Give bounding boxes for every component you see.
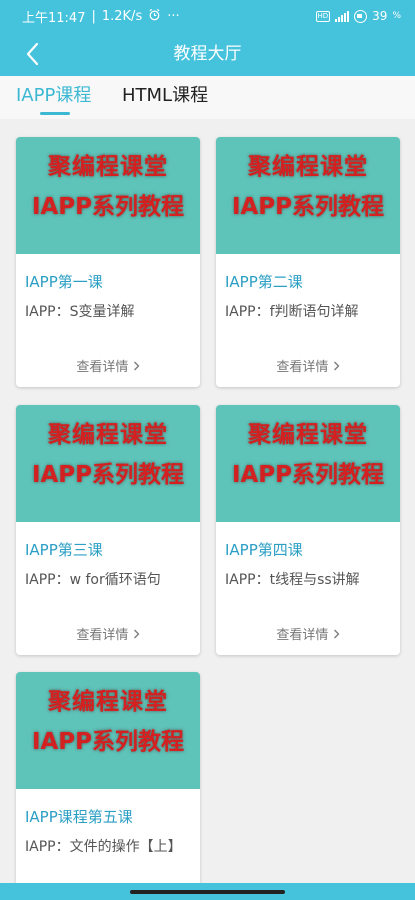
course-description: IAPP：t线程与ss讲解 [225, 572, 360, 588]
app-bar: 教程大厅 [0, 32, 415, 76]
percent-icon: % [392, 11, 401, 21]
course-banner: 聚编程课堂 IAPP系列教程 [216, 405, 400, 522]
system-nav-bar [0, 883, 415, 900]
chevron-right-icon [133, 629, 139, 639]
course-description: IAPP：S变量详解 [25, 304, 135, 320]
course-title: IAPP第二课 [225, 273, 303, 291]
chevron-right-icon [333, 361, 339, 371]
view-details-label: 查看详情 [276, 628, 329, 643]
course-banner: 聚编程课堂 IAPP系列教程 [216, 137, 400, 254]
view-details-link[interactable]: 查看详情 [16, 356, 200, 375]
status-bar: 上午11:47 | 1.2K/s ··· HD 39 % [0, 0, 415, 32]
view-details-link[interactable]: 查看详情 [216, 624, 400, 643]
course-description: IAPP：w for循环语句 [25, 572, 161, 588]
course-banner: 聚编程课堂 IAPP系列教程 [16, 137, 200, 254]
banner-line-1: 聚编程课堂 [48, 422, 168, 448]
course-title: IAPP第四课 [225, 541, 303, 559]
course-description: IAPP：文件的操作【上】 [25, 839, 182, 855]
course-description: IAPP：f判断语句详解 [225, 304, 359, 320]
battery-level: 39 [372, 9, 388, 23]
page-title: 教程大厅 [173, 44, 242, 64]
course-card-2[interactable]: 聚编程课堂 IAPP系列教程 IAPP第二课 IAPP：f判断语句详解 查看详情 [216, 137, 400, 387]
view-details-link[interactable]: 查看详情 [216, 356, 400, 375]
view-details-label: 查看详情 [76, 360, 129, 375]
course-title: IAPP第一课 [25, 273, 103, 291]
banner-line-1: 聚编程课堂 [48, 689, 168, 715]
more-notifications-icon: ··· [167, 8, 180, 24]
banner-line-2: IAPP系列教程 [231, 194, 385, 220]
status-divider: | [91, 8, 96, 24]
course-banner: 聚编程课堂 IAPP系列教程 [16, 672, 200, 789]
view-details-label: 查看详情 [76, 628, 129, 643]
course-card-3[interactable]: 聚编程课堂 IAPP系列教程 IAPP第三课 IAPP：w for循环语句 查看… [16, 405, 200, 655]
tab-html-courses[interactable]: HTML课程 [122, 76, 208, 119]
tab-indicator [40, 112, 70, 115]
course-card-5[interactable]: 聚编程课堂 IAPP系列教程 IAPP课程第五课 IAPP：文件的操作【上】 [16, 672, 200, 900]
course-title: IAPP课程第五课 [25, 808, 133, 826]
network-speed: 1.2K/s [101, 8, 143, 24]
banner-line-2: IAPP系列教程 [31, 462, 185, 488]
chevron-right-icon [133, 361, 139, 371]
banner-line-1: 聚编程课堂 [248, 154, 368, 180]
chevron-right-icon [333, 629, 339, 639]
course-title: IAPP第三课 [25, 541, 103, 559]
course-banner: 聚编程课堂 IAPP系列教程 [16, 405, 200, 522]
banner-line-2: IAPP系列教程 [31, 729, 185, 755]
banner-line-2: IAPP系列教程 [231, 462, 385, 488]
hd-icon: HD [315, 10, 331, 22]
signal-icon [335, 10, 350, 22]
view-details-link[interactable]: 查看详情 [16, 624, 200, 643]
course-card-1[interactable]: 聚编程课堂 IAPP系列教程 IAPP第一课 IAPP：S变量详解 查看详情 [16, 137, 200, 387]
banner-line-1: 聚编程课堂 [48, 154, 168, 180]
view-details-label: 查看详情 [276, 360, 329, 375]
battery-icon [354, 9, 368, 23]
alarm-icon [148, 8, 161, 25]
course-card-4[interactable]: 聚编程课堂 IAPP系列教程 IAPP第四课 IAPP：t线程与ss讲解 查看详… [216, 405, 400, 655]
home-indicator[interactable] [130, 890, 285, 894]
banner-line-2: IAPP系列教程 [31, 194, 185, 220]
status-time: 上午11:47 [22, 10, 86, 26]
banner-line-1: 聚编程课堂 [248, 422, 368, 448]
